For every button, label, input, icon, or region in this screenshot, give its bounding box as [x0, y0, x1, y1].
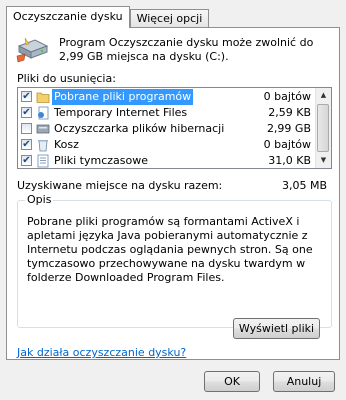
- cancel-button[interactable]: Anuluj: [273, 371, 335, 392]
- file-size: 2,59 KB: [268, 106, 311, 119]
- tab-strip: Oczyszczanie dysku Więcej opcji: [6, 6, 210, 28]
- hibernation-icon: [36, 124, 50, 134]
- file-name: Pliki tymczasowe: [54, 154, 148, 167]
- files-list-scrollbar[interactable]: ▲ ▼: [315, 88, 331, 168]
- file-name: Temporary Internet Files: [54, 106, 188, 119]
- file-checkbox[interactable]: ✔: [21, 139, 32, 150]
- list-item[interactable]: ✔ Temporary Internet Files 2,59 KB: [18, 105, 315, 121]
- list-item[interactable]: ✔ Kosz 0 bajtów: [18, 137, 315, 153]
- file-size: 31,0 KB: [268, 154, 311, 167]
- file-checkbox[interactable]: ✔: [21, 91, 32, 102]
- list-item[interactable]: ✔ Pobrane pliki programów 0 bajtów: [18, 89, 315, 105]
- folder-icon: [36, 92, 50, 103]
- space-gain-label: Uzyskiwane miejsce na dysku razem:: [17, 179, 223, 192]
- scroll-up-arrow-icon[interactable]: ▲: [316, 88, 331, 103]
- files-list[interactable]: ✔ Pobrane pliki programów 0 bajtów ✔ Tem…: [17, 87, 332, 169]
- disk-cleanup-icon: [16, 37, 49, 63]
- tab-panel: Program Oczyszczanie dysku może zwolnić …: [6, 27, 340, 360]
- ok-button[interactable]: OK: [204, 371, 260, 392]
- tab-more-options[interactable]: Więcej opcji: [129, 9, 210, 28]
- scroll-down-arrow-icon[interactable]: ▼: [316, 153, 331, 168]
- temp-files-icon: [37, 154, 49, 168]
- recycle-bin-icon: [38, 140, 48, 152]
- file-size: 0 bajtów: [263, 90, 311, 103]
- view-files-button[interactable]: Wyświetl pliki: [233, 318, 320, 339]
- help-link[interactable]: Jak działa oczyszczanie dysku?: [17, 346, 186, 359]
- file-name: Pobrane pliki programów: [52, 89, 194, 105]
- tab-disk-cleanup[interactable]: Oczyszczanie dysku: [6, 6, 130, 28]
- description-group: Opis Pobrane pliki programów są formanta…: [17, 193, 332, 328]
- description-title: Opis: [25, 193, 54, 206]
- list-item[interactable]: ✔ Pliki tymczasowe 31,0 KB: [18, 153, 315, 168]
- file-size: 0 bajtów: [263, 138, 311, 151]
- file-checkbox[interactable]: ✔: [21, 155, 32, 166]
- space-gain-value: 3,05 MB: [281, 179, 327, 192]
- document-icon: [38, 106, 49, 120]
- file-size: 2,99 GB: [266, 122, 311, 135]
- description-text: Pobrane pliki programów są formantami Ac…: [27, 215, 313, 284]
- list-item[interactable]: Oczyszczarka plików hibernacji 2,99 GB: [18, 121, 315, 137]
- file-name: Oczyszczarka plików hibernacji: [54, 122, 225, 135]
- file-checkbox[interactable]: ✔: [21, 107, 32, 118]
- file-checkbox[interactable]: [21, 123, 32, 134]
- files-to-delete-label: Pliki do usunięcia:: [17, 72, 116, 85]
- file-name: Kosz: [54, 138, 79, 151]
- scroll-thumb[interactable]: [317, 104, 329, 152]
- intro-text: Program Oczyszczanie dysku może zwolnić …: [59, 36, 314, 63]
